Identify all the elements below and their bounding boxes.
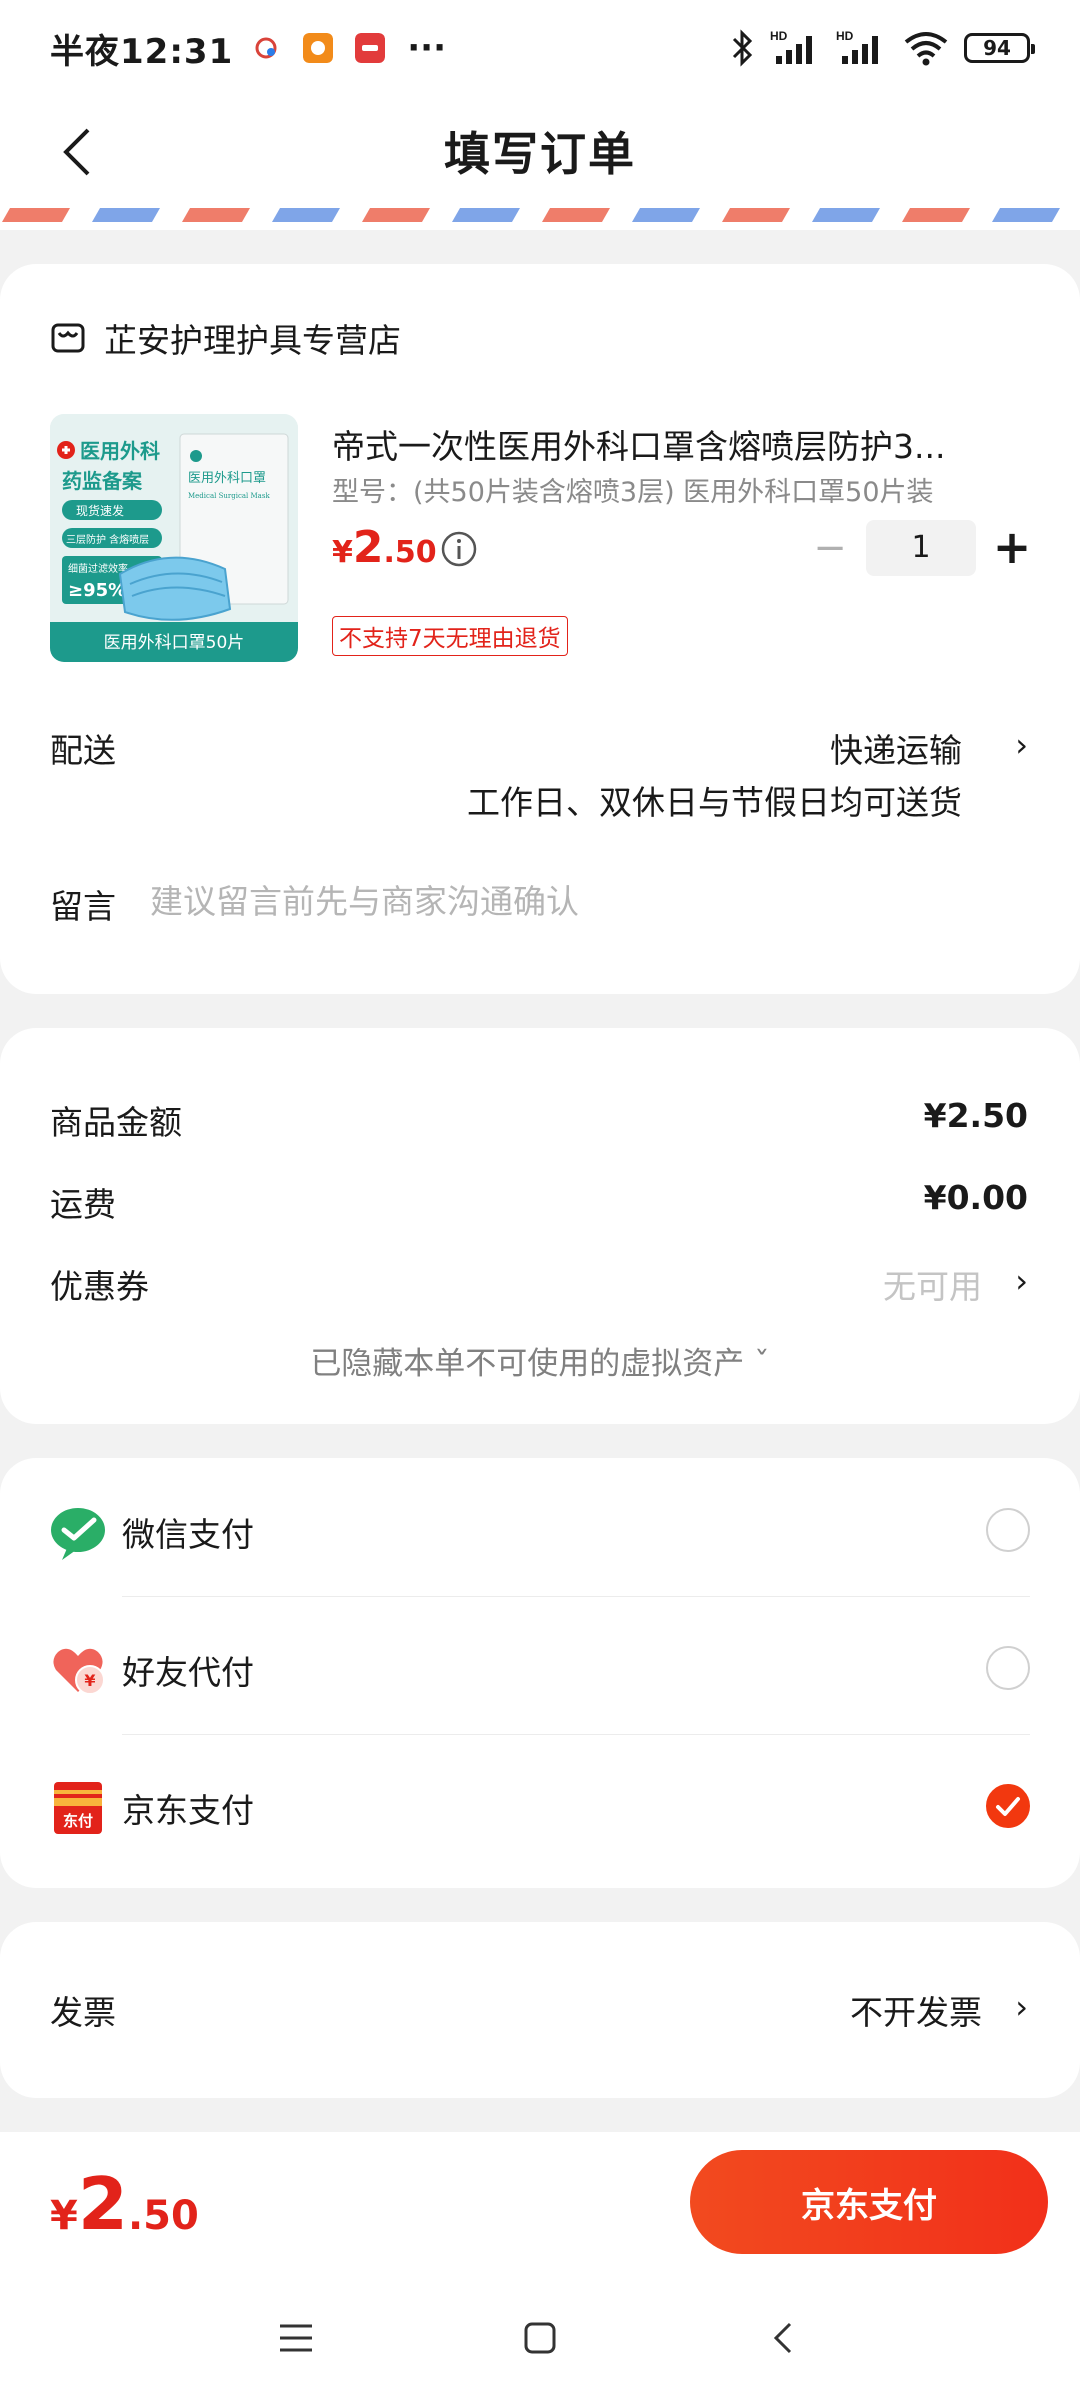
- product-img-line1: 医用外科: [80, 439, 160, 463]
- status-right: HD HD 94: [730, 28, 1035, 68]
- coupon-label: 优惠券: [50, 1267, 149, 1306]
- cloud-notify-icon: [255, 37, 277, 59]
- app-red-icon: [355, 33, 386, 63]
- order-page: 半夜12:31 ··· HD HD 94 填写订单 芷安护理护具专营店 医用外科…: [0, 0, 1080, 2400]
- message-label: 留言: [50, 887, 116, 926]
- nav-bar: 填写订单: [0, 96, 1080, 208]
- store-row[interactable]: 芷安护理护具专营店: [50, 314, 401, 362]
- product-spec: 型号：(共50片装含熔喷3层) 医用外科口罩50片装: [332, 477, 934, 508]
- coupon-chevron-icon[interactable]: ›: [1015, 1262, 1028, 1300]
- svg-text:HD: HD: [836, 29, 854, 43]
- store-icon: [51, 323, 85, 353]
- status-more: ···: [407, 28, 446, 68]
- status-app-icons: ···: [251, 28, 446, 68]
- invoice-chevron-icon[interactable]: ›: [1015, 1988, 1028, 2026]
- delivery-label: 配送: [50, 731, 116, 770]
- svg-text:HD: HD: [770, 29, 788, 43]
- page-title: 填写订单: [444, 127, 636, 181]
- coupon-value[interactable]: 无可用: [883, 1260, 982, 1308]
- total-symbol: ¥: [50, 2193, 78, 2239]
- goods-amount-value: ¥2.50: [923, 1096, 1028, 1135]
- svg-text:¥: ¥: [84, 1671, 95, 1690]
- signal-1-icon: HD: [770, 29, 812, 64]
- battery-indicator: 94: [964, 33, 1035, 63]
- payment-card: 微信支付 ¥ 好友代付 东付 京东支付: [0, 1458, 1080, 1888]
- invoice-value[interactable]: 不开发票: [850, 1986, 982, 2034]
- app-orange-icon: [303, 33, 334, 63]
- wifi-icon: [904, 32, 948, 66]
- radio-jd-checked[interactable]: [986, 1784, 1030, 1828]
- store-name: 芷安护理护具专营店: [104, 321, 401, 360]
- menu-icon[interactable]: [274, 2316, 318, 2360]
- product-img-footer: 医用外科口罩50片: [104, 633, 245, 653]
- system-nav-bar: [0, 2280, 1080, 2400]
- delivery-chevron-icon[interactable]: ›: [1015, 726, 1028, 764]
- radio-friend[interactable]: [986, 1646, 1030, 1690]
- payment-option-jd[interactable]: 东付 京东支付: [0, 1734, 1080, 1872]
- product-img-efficiency: ≥95%: [68, 580, 126, 601]
- product-title[interactable]: 帝式一次性医用外科口罩含熔喷层防护3...: [332, 420, 1012, 468]
- payment-label-jd: 京东支付: [122, 1791, 254, 1830]
- product-img-pack-en: Medical Surgical Mask: [188, 492, 270, 500]
- amount-card: 商品金额 ¥2.50 运费 ¥0.00 优惠券 无可用 › 已隐藏本单不可使用的…: [0, 1028, 1080, 1424]
- invoice-card[interactable]: 发票 不开发票 ›: [0, 1922, 1080, 2098]
- price-integer: 2: [352, 522, 384, 573]
- checkout-bar: ¥2.50 京东支付: [0, 2132, 1080, 2280]
- status-time: 半夜12:31: [50, 31, 234, 72]
- quantity-increase-button[interactable]: +: [990, 522, 1034, 572]
- invoice-label: 发票: [50, 1993, 116, 2032]
- product-img-pack-cn: 医用外科口罩: [188, 471, 266, 486]
- quantity-value[interactable]: 1: [866, 520, 976, 576]
- payment-label-friend: 好友代付: [122, 1653, 254, 1692]
- bluetooth-icon: [732, 29, 753, 67]
- total-decimal: .50: [127, 2193, 199, 2239]
- goods-amount-label: 商品金额: [50, 1103, 182, 1142]
- info-icon[interactable]: [440, 530, 478, 568]
- order-item-card: 芷安护理护具专营店 医用外科 药监备案 现货速发 三层防护 含熔喷层 细菌过滤效…: [0, 264, 1080, 994]
- price-decimal: .50: [383, 535, 437, 570]
- message-input[interactable]: [150, 876, 1010, 926]
- shipping-value: ¥0.00: [923, 1178, 1028, 1217]
- product-price: ¥2.50: [332, 522, 437, 573]
- jd-pay-icon: 东付: [54, 1782, 102, 1834]
- product-img-tag2: 三层防护 含熔喷层: [66, 533, 149, 546]
- product-img-tag1: 现货速发: [76, 503, 124, 518]
- jd-icon-text: 东付: [63, 1812, 93, 1830]
- delivery-method[interactable]: 快递运输: [830, 724, 962, 772]
- delivery-note: 工作日、双休日与节假日均可送货: [467, 783, 962, 822]
- payment-option-friend[interactable]: ¥ 好友代付: [0, 1596, 1080, 1734]
- product-img-tag3: 细菌过滤效率: [68, 562, 128, 575]
- submit-pay-button[interactable]: 京东支付: [690, 2150, 1048, 2254]
- product-image[interactable]: 医用外科 药监备案 现货速发 三层防护 含熔喷层 细菌过滤效率 ≥95% 医用外…: [50, 414, 298, 662]
- wechat-pay-icon: [51, 1508, 105, 1560]
- signal-2-icon: HD: [836, 29, 878, 64]
- payment-option-wechat[interactable]: 微信支付: [0, 1458, 1080, 1596]
- shipping-label: 运费: [50, 1185, 116, 1224]
- status-bar: 半夜12:31 ··· HD HD 94: [0, 0, 1080, 96]
- airmail-stripe: [0, 208, 1080, 230]
- return-policy-badge: 不支持7天无理由退货: [332, 616, 568, 656]
- price-symbol: ¥: [332, 535, 353, 570]
- check-icon: [996, 1797, 1020, 1816]
- hidden-assets-toggle[interactable]: 已隐藏本单不可使用的虚拟资产 ˇ: [0, 1338, 1080, 1383]
- radio-wechat[interactable]: [986, 1508, 1030, 1552]
- product-img-line2: 药监备案: [62, 469, 143, 493]
- total-price: ¥2.50: [50, 2162, 199, 2246]
- system-back-icon[interactable]: [762, 2316, 806, 2360]
- friend-pay-icon: ¥: [53, 1648, 105, 1695]
- home-icon[interactable]: [518, 2316, 562, 2360]
- payment-label-wechat: 微信支付: [122, 1515, 254, 1554]
- quantity-decrease-button[interactable]: −: [810, 528, 850, 568]
- total-integer: 2: [77, 2162, 128, 2246]
